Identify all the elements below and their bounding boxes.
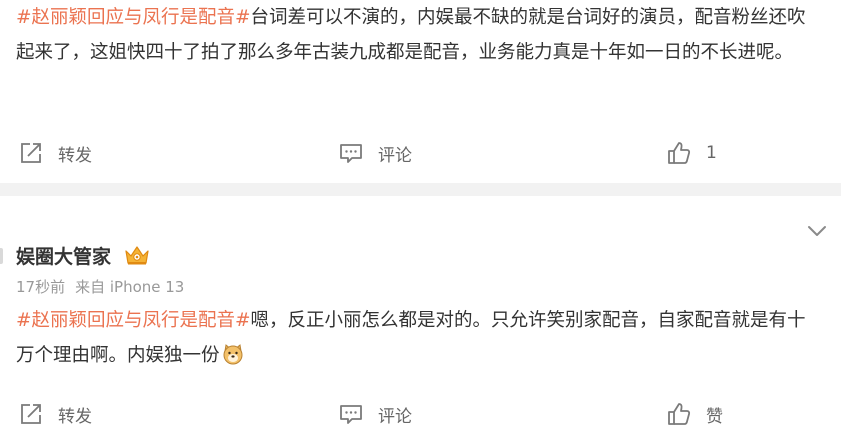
like-count: 1 (706, 143, 717, 163)
doge-emoji-icon (222, 343, 244, 365)
author-row: 娱圈大管家 (16, 240, 151, 270)
chevron-down-icon[interactable] (807, 224, 827, 238)
thumbs-up-icon (666, 401, 692, 427)
comment-button[interactable]: 评论 (338, 133, 412, 173)
repost-button[interactable]: 转发 (18, 394, 92, 434)
repost-icon (18, 401, 44, 427)
repost-label: 转发 (58, 145, 92, 166)
comment-icon (338, 401, 364, 427)
comment-icon (338, 140, 364, 166)
repost-label: 转发 (58, 406, 92, 427)
like-button[interactable]: 赞 (666, 394, 723, 434)
weibo-comment-1: #赵丽颖回应与凤行是配音#台词差可以不演的，内娱最不缺的就是台词好的演员，配音粉… (0, 0, 841, 183)
comment-text: #赵丽颖回应与凤行是配音#台词差可以不演的，内娱最不缺的就是台词好的演员，配音粉… (16, 0, 822, 70)
crown-badge-icon (123, 243, 151, 267)
comment-label: 评论 (378, 406, 412, 427)
comment-button[interactable]: 评论 (338, 394, 412, 434)
hashtag-link[interactable]: #赵丽颖回应与凤行是配音# (16, 310, 251, 331)
comment-text: #赵丽颖回应与凤行是配音#嗯，反正小丽怎么都是对的。只允许笑别家配音，自家配音就… (16, 303, 822, 373)
comment-label: 评论 (378, 145, 412, 166)
weibo-comment-2: 娱圈大管家 17秒前 来自 iPhone 13 #赵丽颖回应与凤行是配音#嗯，反正… (0, 196, 841, 445)
repost-icon (18, 140, 44, 166)
avatar[interactable] (0, 248, 3, 264)
author-name[interactable]: 娱圈大管家 (16, 242, 111, 269)
like-label: 赞 (706, 406, 723, 427)
like-button[interactable]: 1 (666, 133, 717, 173)
comment-meta: 17秒前 来自 iPhone 13 (16, 276, 184, 297)
device-source: 来自 iPhone 13 (75, 278, 185, 296)
timestamp: 17秒前 (16, 278, 66, 296)
thumbs-up-icon (666, 140, 692, 166)
repost-button[interactable]: 转发 (18, 133, 92, 173)
action-bar: 转发 评论 赞 (0, 394, 841, 434)
hashtag-link[interactable]: #赵丽颖回应与凤行是配音# (16, 7, 251, 28)
feed-separator (0, 183, 841, 196)
action-bar: 转发 评论 1 (0, 133, 841, 173)
